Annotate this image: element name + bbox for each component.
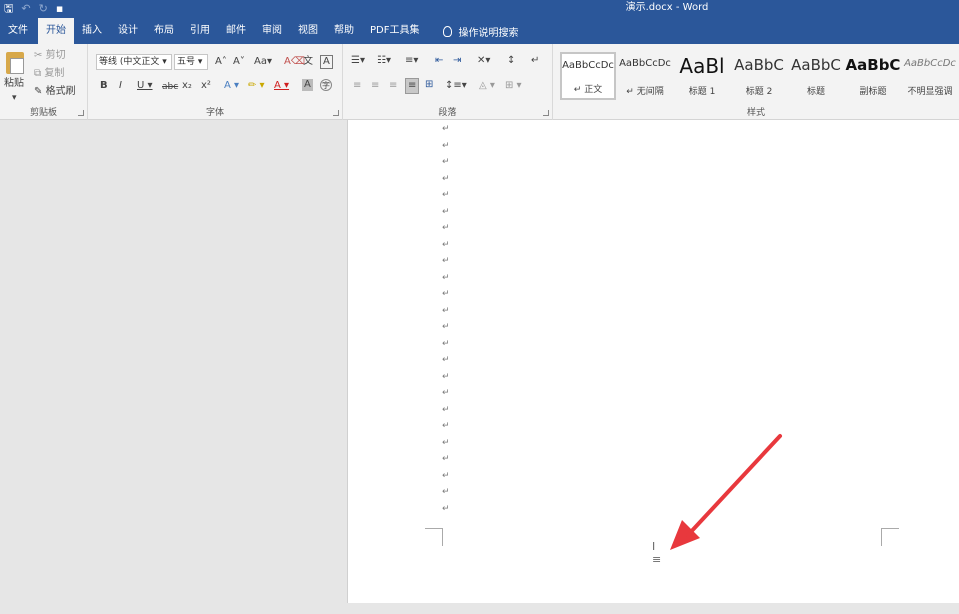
paragraph-launcher-icon[interactable] xyxy=(543,110,549,116)
window-title: 演示.docx - Word xyxy=(625,2,709,13)
ribbon: 粘贴 ▾ ✂ 剪切 ⧉ 复制 ✎ 格式刷 剪贴板 等线 (中文正文 ▾ 五号 ▾… xyxy=(0,44,959,120)
paste-dropdown-icon[interactable]: ▾ xyxy=(12,92,17,104)
align-left-icon[interactable]: ≡ xyxy=(353,80,361,92)
paste-icon[interactable] xyxy=(6,52,24,74)
align-center-icon[interactable]: ≡ xyxy=(371,80,379,92)
distributed-icon[interactable]: ⊞ xyxy=(425,79,433,91)
grow-font-icon[interactable]: A˄ xyxy=(215,56,227,68)
brush-icon: ✎ xyxy=(34,86,43,97)
lightbulb-icon xyxy=(443,25,453,37)
document-canvas: I ≡ ↵ ↵ ↵ ↵ ↵ ↵ ↵ ↵ ↵ ↵ ↵ ↵ ↵ ↵ ↵ ↵ ↵ ↵ ↵ ↵ ↵ ↵ ↵ ↵ xyxy=(0,120,959,614)
strikethrough-icon[interactable]: abc xyxy=(162,81,178,93)
font-group-label: 字体 xyxy=(205,108,224,118)
bullets-icon[interactable]: ☰▾ xyxy=(351,55,365,67)
tab-file[interactable]: 文件 xyxy=(0,18,36,44)
format-painter-button[interactable]: ✎ 格式刷 xyxy=(34,86,76,98)
italic-icon[interactable]: I xyxy=(119,80,122,92)
tab-references[interactable]: 引用 xyxy=(182,18,218,44)
style-subtle-emphasis[interactable]: AaBbCcDc 不明显强调 xyxy=(902,52,958,100)
highlight-icon[interactable]: ✏ ▾ xyxy=(248,80,265,92)
enclose-character-icon[interactable]: 字 xyxy=(320,79,332,91)
align-right-icon[interactable]: ≡ xyxy=(389,80,397,92)
style-heading-2[interactable]: AaBbC 标题 2 xyxy=(731,52,787,100)
shrink-font-icon[interactable]: A˅ xyxy=(233,56,245,68)
tab-review[interactable]: 审阅 xyxy=(254,18,290,44)
phonetic-guide-icon[interactable]: 文 xyxy=(303,56,313,68)
multilevel-list-icon[interactable]: ≡▾ xyxy=(405,55,418,67)
character-shading-icon[interactable]: A xyxy=(302,79,313,91)
sort-icon[interactable]: ↕ xyxy=(507,55,515,67)
clipboard-group-label: 剪贴板 xyxy=(29,108,57,118)
numbering-icon[interactable]: ☷▾ xyxy=(377,55,391,67)
chinese-layout-icon[interactable]: ✕▾ xyxy=(477,55,490,67)
paragraph-group-label: 段落 xyxy=(438,108,457,118)
title-bar: 🖫 ↶ ↻ ▪ 演示.docx - Word xyxy=(0,0,959,18)
clipboard-launcher-icon[interactable] xyxy=(78,110,84,116)
font-launcher-icon[interactable] xyxy=(333,110,339,116)
shading-icon[interactable]: ◬ ▾ xyxy=(479,80,495,92)
tab-home[interactable]: 开始 xyxy=(38,18,74,44)
subscript-icon[interactable]: x₂ xyxy=(182,80,192,92)
font-size-combo[interactable]: 五号 ▾ xyxy=(174,54,208,70)
clipboard-group: 粘贴 ▾ ✂ 剪切 ⧉ 复制 ✎ 格式刷 剪贴板 xyxy=(0,44,88,120)
scissors-icon: ✂ xyxy=(34,50,43,61)
style-title[interactable]: AaBbC 标题 xyxy=(788,52,844,100)
style-subtitle[interactable]: AaBbC 副标题 xyxy=(845,52,901,100)
tab-mailings[interactable]: 邮件 xyxy=(218,18,254,44)
justify-icon[interactable]: ≡ xyxy=(405,78,420,94)
copy-icon: ⧉ xyxy=(34,68,42,79)
copy-button[interactable]: ⧉ 复制 xyxy=(34,68,64,80)
tell-me-search[interactable]: 操作说明搜索 xyxy=(427,18,518,44)
tab-pdf-tools[interactable]: PDF工具集 xyxy=(362,18,427,44)
style-normal[interactable]: AaBbCcDc ↵ 正文 xyxy=(560,52,616,100)
red-arrow-annotation xyxy=(670,434,782,550)
superscript-icon[interactable]: x² xyxy=(201,80,211,92)
style-heading-1[interactable]: AaBl 标题 1 xyxy=(674,52,730,100)
tab-view[interactable]: 视图 xyxy=(290,18,326,44)
bold-icon[interactable]: B xyxy=(100,80,108,92)
borders-icon[interactable]: ⊞ ▾ xyxy=(505,80,522,92)
styles-group-label: 样式 xyxy=(746,108,765,118)
paste-button[interactable]: 粘贴 xyxy=(4,78,24,90)
underline-icon[interactable]: U ▾ xyxy=(137,80,153,92)
arrow-shaft xyxy=(686,434,782,537)
font-group: 等线 (中文正文 ▾ 五号 ▾ A˄ A˅ Aa▾ A⌫ 文 A B I U ▾… xyxy=(88,44,343,120)
paragraph-group: ☰▾ ☷▾ ≡▾ ⇤ ⇥ ✕▾ ↕ ↵ ≡ ≡ ≡ ≡ ⊞ ↕≡▾ ◬ ▾ ⊞ … xyxy=(343,44,553,120)
change-case-icon[interactable]: Aa▾ xyxy=(254,56,272,68)
styles-group: AaBbCcDc ↵ 正文 AaBbCcDc ↵ 无间隔 AaBl 标题 1 A… xyxy=(553,44,959,120)
font-name-combo[interactable]: 等线 (中文正文 ▾ xyxy=(96,54,172,70)
style-no-spacing[interactable]: AaBbCcDc ↵ 无间隔 xyxy=(617,52,673,100)
ribbon-tab-bar: 文件 开始 插入 设计 布局 引用 邮件 审阅 视图 帮助 PDF工具集 操作说… xyxy=(0,18,959,44)
line-spacing-icon[interactable]: ↕≡▾ xyxy=(445,80,467,92)
cut-button[interactable]: ✂ 剪切 xyxy=(34,50,66,62)
character-border-icon[interactable]: A xyxy=(320,55,333,69)
decrease-indent-icon[interactable]: ⇤ xyxy=(435,55,443,67)
text-effects-icon[interactable]: A ▾ xyxy=(224,80,239,92)
font-color-icon[interactable]: A ▾ xyxy=(274,80,289,92)
tell-me-label: 操作说明搜索 xyxy=(458,27,519,39)
clear-formatting-icon[interactable]: A⌫ xyxy=(284,56,305,68)
increase-indent-icon[interactable]: ⇥ xyxy=(453,55,461,67)
show-marks-icon[interactable]: ↵ xyxy=(531,55,539,67)
tab-layout[interactable]: 布局 xyxy=(146,18,182,44)
tab-insert[interactable]: 插入 xyxy=(74,18,110,44)
tab-help[interactable]: 帮助 xyxy=(326,18,362,44)
tab-design[interactable]: 设计 xyxy=(110,18,146,44)
